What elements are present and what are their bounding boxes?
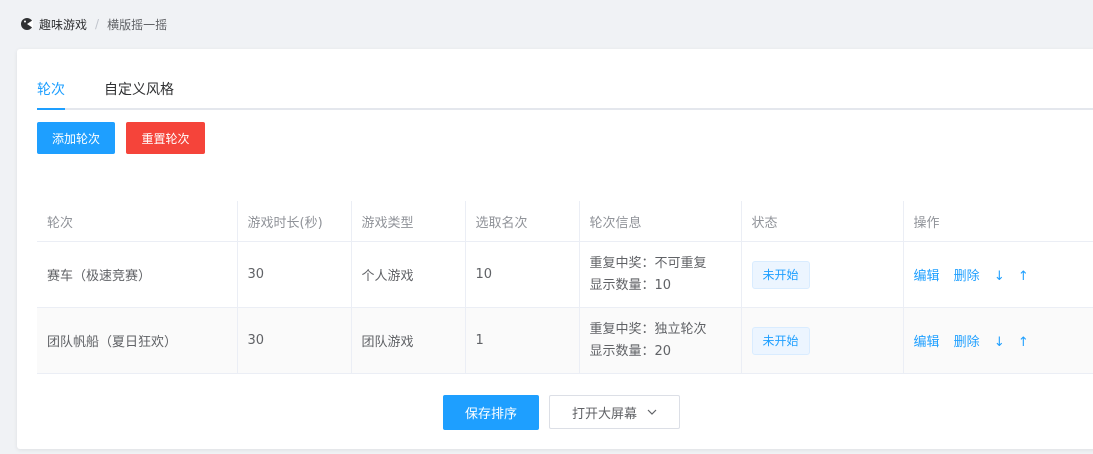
status-badge: 未开始 (751, 326, 810, 355)
header-type: 游戏类型 (351, 201, 466, 242)
cell-type: 团队游戏 (351, 307, 466, 374)
add-round-button[interactable]: 添加轮次 (37, 122, 115, 154)
cell-ranks: 10 (465, 241, 580, 308)
game-icon (21, 18, 33, 30)
chevron-down-icon (647, 409, 657, 415)
edit-link[interactable]: 编辑 (914, 269, 940, 284)
info-repeat: 重复中奖：不可重复 (589, 255, 707, 271)
tab-rounds[interactable]: 轮次 (37, 79, 65, 99)
header-ranks: 选取名次 (465, 201, 580, 242)
header-actions: 操作 (903, 201, 1093, 242)
reset-rounds-button[interactable]: 重置轮次 (126, 122, 205, 154)
table-row: 团队帆船（夏日狂欢） 30 团队游戏 1 重复中奖：独立轮次 显示数量：20 未… (37, 307, 1093, 374)
tab-custom-style[interactable]: 自定义风格 (104, 79, 174, 99)
main-card: 轮次 自定义风格 添加轮次 重置轮次 轮次 游戏时长(秒) 游戏类型 选取名次 … (17, 49, 1093, 449)
rounds-table: 轮次 游戏时长(秒) 游戏类型 选取名次 轮次信息 状态 操作 赛车（极速竞赛）… (37, 201, 1093, 374)
breadcrumb: 趣味游戏 / 横版摇一摇 (20, 14, 167, 34)
cell-info: 重复中奖：不可重复 显示数量：10 (579, 241, 742, 308)
cell-status: 未开始 (741, 307, 904, 374)
delete-link[interactable]: 删除 (954, 335, 980, 350)
info-repeat: 重复中奖：独立轮次 (589, 321, 707, 337)
edit-link[interactable]: 编辑 (914, 335, 940, 350)
info-count: 显示数量：20 (589, 343, 672, 359)
header-status: 状态 (741, 201, 904, 242)
breadcrumb-separator: / (95, 17, 100, 31)
info-count: 显示数量：10 (589, 277, 672, 293)
breadcrumb-root[interactable]: 趣味游戏 (39, 16, 87, 33)
open-big-screen-button[interactable]: 打开大屏幕 (549, 395, 680, 429)
move-down-icon[interactable]: ↓ (994, 269, 1005, 284)
header-duration: 游戏时长(秒) (237, 201, 352, 242)
tab-bar: 轮次 自定义风格 (37, 71, 1093, 110)
active-tab-indicator (37, 108, 65, 110)
cell-status: 未开始 (741, 241, 904, 308)
cell-info: 重复中奖：独立轮次 显示数量：20 (579, 307, 742, 374)
table-header-row: 轮次 游戏时长(秒) 游戏类型 选取名次 轮次信息 状态 操作 (37, 201, 1093, 242)
status-badge: 未开始 (751, 260, 810, 289)
header-info: 轮次信息 (579, 201, 742, 242)
cell-duration: 30 (237, 241, 352, 308)
cell-ranks: 1 (465, 307, 580, 374)
delete-link[interactable]: 删除 (954, 269, 980, 284)
cell-actions: 编辑 删除 ↓ ↑ (903, 241, 1093, 308)
cell-duration: 30 (237, 307, 352, 374)
move-up-icon[interactable]: ↑ (1018, 335, 1029, 350)
save-order-button[interactable]: 保存排序 (443, 395, 539, 430)
cell-round: 赛车（极速竞赛） (37, 241, 238, 308)
open-big-screen-label: 打开大屏幕 (571, 406, 637, 422)
cell-type: 个人游戏 (351, 241, 466, 308)
table-row: 赛车（极速竞赛） 30 个人游戏 10 重复中奖：不可重复 显示数量：10 未开… (37, 241, 1093, 308)
cell-actions: 编辑 删除 ↓ ↑ (903, 307, 1093, 374)
cell-round: 团队帆船（夏日狂欢） (37, 307, 238, 374)
header-round: 轮次 (37, 201, 238, 242)
move-up-icon[interactable]: ↑ (1018, 269, 1029, 284)
move-down-icon[interactable]: ↓ (994, 335, 1005, 350)
breadcrumb-current: 横版摇一摇 (107, 17, 168, 32)
